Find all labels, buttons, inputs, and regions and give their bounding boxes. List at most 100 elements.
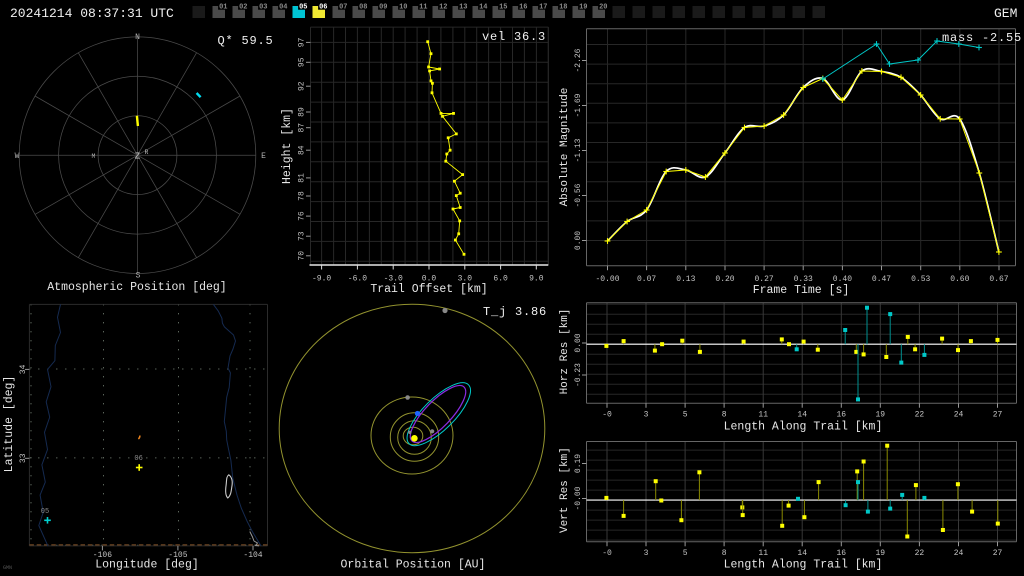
svg-text:02: 02 [239, 4, 247, 12]
svg-text:97: 97 [298, 37, 307, 47]
svg-text:-1.69: -1.69 [574, 93, 583, 117]
svg-text:17: 17 [539, 4, 547, 12]
svg-text:-9.0: -9.0 [312, 275, 331, 284]
svg-text:24: 24 [954, 549, 964, 558]
svg-text:0.67: 0.67 [989, 275, 1008, 284]
svg-text:6.0: 6.0 [493, 275, 508, 284]
svg-text:22: 22 [915, 411, 925, 420]
svg-text:Trail Offset [km]: Trail Offset [km] [370, 283, 487, 296]
svg-text:N: N [135, 33, 140, 42]
svg-text:14: 14 [479, 4, 487, 12]
svg-text:T_j 3.86: T_j 3.86 [483, 305, 547, 319]
svg-text:20241214 08:37:31 UTC: 20241214 08:37:31 UTC [10, 6, 174, 21]
svg-text:9.0: 9.0 [529, 275, 544, 284]
svg-text:84: 84 [298, 145, 307, 155]
svg-text:GMN: GMN [3, 565, 12, 571]
svg-text:Frame Time [s]: Frame Time [s] [753, 284, 850, 297]
svg-text:0.33: 0.33 [794, 275, 813, 284]
svg-text:14: 14 [797, 549, 807, 558]
svg-text:8: 8 [722, 411, 727, 420]
svg-text:5: 5 [683, 411, 688, 420]
svg-text:0.60: 0.60 [950, 275, 969, 284]
svg-text:20: 20 [599, 4, 607, 12]
svg-text:89: 89 [298, 107, 307, 117]
svg-text:03: 03 [259, 4, 267, 12]
svg-text:34: 34 [19, 364, 28, 374]
svg-text:M: M [92, 153, 96, 160]
svg-text:R: R [145, 149, 149, 156]
svg-text:-0.56: -0.56 [574, 183, 583, 207]
svg-text:0.40: 0.40 [833, 275, 852, 284]
svg-text:-1.13: -1.13 [574, 138, 583, 162]
svg-text:05: 05 [299, 4, 307, 12]
svg-text:33: 33 [19, 453, 28, 463]
svg-text:0.13: 0.13 [676, 275, 695, 284]
svg-text:GEM: GEM [994, 6, 1017, 21]
svg-text:Z: Z [135, 152, 141, 162]
svg-text:09: 09 [379, 4, 387, 12]
svg-text:0.00: 0.00 [574, 231, 583, 250]
svg-text:W: W [15, 152, 20, 161]
svg-text:19: 19 [579, 4, 587, 12]
svg-text:14: 14 [797, 411, 807, 420]
svg-text:87: 87 [298, 123, 307, 133]
svg-text:0.27: 0.27 [754, 275, 773, 284]
svg-text:-104: -104 [243, 551, 262, 560]
svg-text:78: 78 [298, 191, 307, 201]
svg-text:12: 12 [439, 4, 447, 12]
svg-text:-0.23: -0.23 [574, 363, 583, 387]
svg-text:08: 08 [359, 4, 367, 12]
svg-text:19: 19 [875, 549, 885, 558]
svg-text:-0.00: -0.00 [574, 486, 583, 510]
svg-text:-6.0: -6.0 [348, 275, 367, 284]
svg-text:05: 05 [41, 508, 49, 516]
svg-text:13: 13 [459, 4, 467, 12]
svg-text:-0: -0 [602, 549, 612, 558]
svg-text:04: 04 [279, 4, 287, 12]
svg-text:S: S [136, 272, 141, 281]
svg-text:-2.26: -2.26 [574, 48, 583, 72]
svg-text:11: 11 [758, 411, 768, 420]
svg-text:0.47: 0.47 [872, 275, 891, 284]
svg-text:06: 06 [319, 4, 327, 12]
svg-text:Vert Res [km]: Vert Res [km] [559, 447, 571, 533]
svg-text:16: 16 [836, 549, 846, 558]
svg-text:18: 18 [559, 4, 567, 12]
svg-text:Orbital Position [AU]: Orbital Position [AU] [341, 559, 486, 572]
svg-text:70: 70 [298, 251, 307, 261]
svg-text:24: 24 [954, 411, 964, 420]
svg-text:Length Along Trail [km]: Length Along Trail [km] [724, 421, 883, 434]
svg-text:Length Along Trail [km]: Length Along Trail [km] [724, 559, 883, 572]
svg-text:vel 36.3: vel 36.3 [482, 30, 546, 44]
svg-text:Horz Res [km]: Horz Res [km] [559, 309, 571, 395]
svg-text:0.00: 0.00 [574, 333, 583, 352]
svg-text:-0.00: -0.00 [595, 275, 619, 284]
svg-text:07: 07 [339, 4, 347, 12]
svg-text:Atmospheric Position [deg]: Atmospheric Position [deg] [47, 281, 226, 294]
svg-text:0.19: 0.19 [574, 454, 583, 473]
svg-text:27: 27 [993, 411, 1003, 420]
svg-text:0.20: 0.20 [715, 275, 734, 284]
svg-text:-0: -0 [602, 411, 612, 420]
svg-text:06: 06 [134, 455, 142, 463]
svg-text:Height [km]: Height [km] [281, 108, 294, 184]
svg-text:Longitude [deg]: Longitude [deg] [95, 559, 199, 572]
svg-text:10: 10 [399, 4, 407, 12]
svg-text:8: 8 [722, 549, 727, 558]
svg-text:22: 22 [915, 549, 925, 558]
svg-text:Q* 59.5: Q* 59.5 [217, 34, 273, 48]
svg-text:16: 16 [836, 411, 846, 420]
svg-text:95: 95 [298, 57, 307, 67]
svg-text:Latitude [deg]: Latitude [deg] [3, 376, 16, 473]
svg-text:Absolute Magnitude: Absolute Magnitude [559, 88, 571, 207]
svg-text:0.07: 0.07 [637, 275, 656, 284]
svg-text:3: 3 [644, 411, 649, 420]
svg-text:81: 81 [298, 173, 307, 183]
svg-text:11: 11 [758, 549, 768, 558]
svg-text:11: 11 [419, 4, 427, 12]
svg-text:15: 15 [499, 4, 507, 12]
svg-text:73: 73 [298, 231, 307, 241]
svg-text:01: 01 [219, 4, 227, 12]
svg-text:E: E [261, 152, 266, 161]
svg-text:3: 3 [644, 549, 649, 558]
